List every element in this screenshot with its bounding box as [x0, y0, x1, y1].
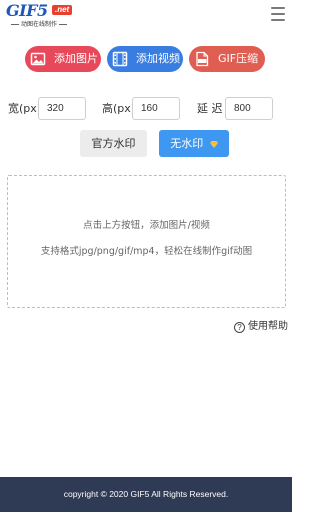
help-label: 使用帮助	[248, 321, 288, 332]
question-circle-icon: ?	[234, 322, 245, 333]
add-video-button[interactable]: 添加视频	[107, 46, 183, 72]
delay-label: 延 迟	[197, 102, 223, 115]
official-watermark-button[interactable]: 官方水印	[80, 130, 147, 157]
footer: copyright © 2020 GIF5 All Rights Reserve…	[0, 477, 292, 512]
image-icon	[30, 52, 46, 66]
gif-file-icon	[196, 51, 209, 67]
height-input[interactable]	[132, 97, 180, 120]
logo[interactable]: GIF5 .net 动图在线制作	[6, 1, 73, 29]
logo-text: GIF5	[6, 1, 48, 20]
width-input[interactable]	[38, 97, 86, 120]
dropzone-hint: 点击上方按钮，添加图片/视频	[83, 220, 210, 231]
film-icon	[112, 51, 128, 67]
logo-net-badge: .net	[52, 5, 73, 15]
upload-dropzone[interactable]: 点击上方按钮，添加图片/视频 支持格式jpg/png/gif/mp4，轻松在线制…	[7, 175, 286, 308]
delay-input[interactable]	[225, 97, 273, 120]
logo-tagline: 动图在线制作	[6, 21, 72, 28]
dropzone-formats: 支持格式jpg/png/gif/mp4，轻松在线制作gif动图	[40, 246, 253, 257]
diamond-icon	[209, 141, 218, 148]
copyright-text: copyright © 2020 GIF5 All Rights Reserve…	[63, 489, 229, 499]
add-video-label: 添加视频	[136, 52, 180, 65]
width-label: 宽(px)	[8, 102, 42, 115]
gif-compress-button[interactable]: GIF压缩	[189, 46, 265, 72]
add-image-label: 添加图片	[54, 52, 98, 65]
header: GIF5 .net 动图在线制作	[0, 0, 292, 30]
add-image-button[interactable]: 添加图片	[25, 46, 101, 72]
height-label: 高(px)	[102, 102, 136, 115]
hamburger-menu-icon[interactable]	[271, 7, 287, 21]
no-watermark-button[interactable]: 无水印	[159, 130, 229, 157]
help-link[interactable]: ? 使用帮助	[234, 320, 288, 334]
gif-compress-label: GIF压缩	[218, 52, 259, 65]
official-watermark-label: 官方水印	[91, 137, 136, 150]
no-watermark-label: 无水印	[170, 137, 204, 150]
